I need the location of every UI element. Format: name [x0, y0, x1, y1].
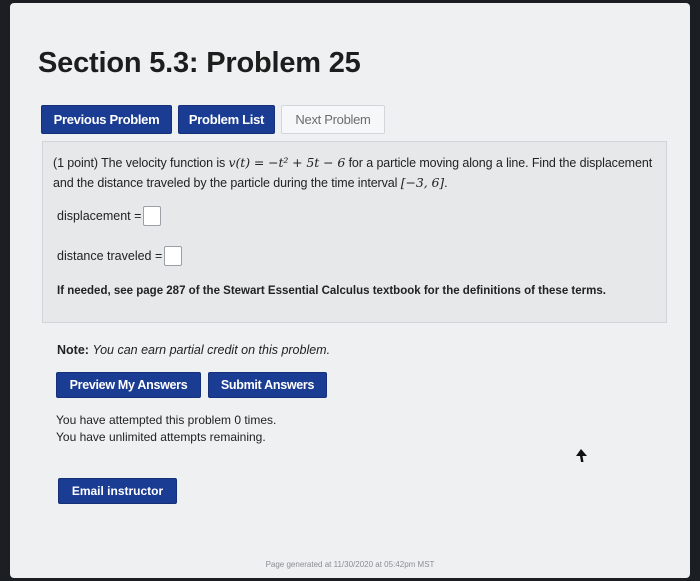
hint-text: If needed, see page 287 of the Stewart E… [57, 285, 606, 297]
displacement-label: displacement = [57, 209, 142, 223]
distance-input[interactable] [164, 246, 183, 266]
note-label: Note: [57, 343, 89, 357]
email-instructor-button[interactable]: Email instructor [58, 478, 177, 504]
distance-label: distance traveled = [57, 249, 163, 263]
previous-problem-button[interactable]: Previous Problem [41, 105, 172, 134]
page-title: Section 5.3: Problem 25 [38, 47, 361, 79]
velocity-function: v(t) = −t² + 5t − 6 [228, 155, 346, 170]
problem-box: (1 point) The velocity function is v(t) … [42, 141, 667, 323]
mouse-cursor-icon [576, 449, 587, 462]
submit-answers-button[interactable]: Submit Answers [208, 372, 327, 398]
displacement-input[interactable] [143, 206, 162, 226]
webwork-page: Section 5.3: Problem 25 Previous Problem… [10, 3, 690, 578]
displacement-row: displacement = [57, 206, 162, 226]
note-text: You can earn partial credit on this prob… [92, 343, 331, 357]
problem-list-button[interactable]: Problem List [178, 105, 275, 134]
points-label: (1 point) [53, 156, 98, 170]
statement-text-1: The velocity function is [101, 156, 226, 170]
preview-answers-button[interactable]: Preview My Answers [56, 372, 201, 398]
partial-credit-note: Note: You can earn partial credit on thi… [57, 343, 330, 357]
time-interval: [−3, 6] [400, 175, 445, 190]
attempts-status: You have attempted this problem 0 times.… [56, 412, 276, 446]
statement-period: . [444, 176, 448, 190]
next-problem-button[interactable]: Next Problem [281, 105, 385, 134]
attempts-line: You have attempted this problem 0 times. [56, 413, 277, 427]
page-footer: Page generated at 11/30/2020 at 05:42pm … [265, 560, 435, 569]
problem-statement: (1 point) The velocity function is v(t) … [53, 153, 653, 193]
distance-row: distance traveled = [57, 246, 183, 266]
remaining-line: You have unlimited attempts remaining. [56, 430, 266, 444]
